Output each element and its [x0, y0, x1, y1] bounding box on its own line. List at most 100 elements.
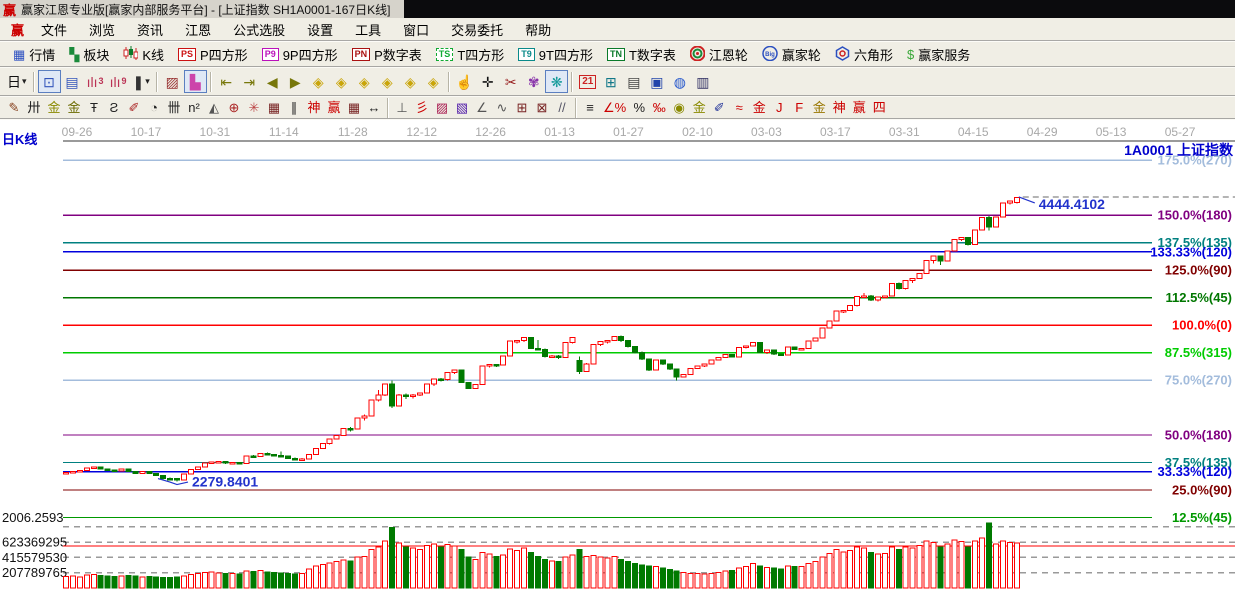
gann-wheel-button[interactable]: 江恩轮: [683, 44, 755, 65]
prev-bar-button[interactable]: ◀: [261, 70, 284, 93]
n-square-tool[interactable]: n²: [184, 98, 204, 117]
circle-cross-tool[interactable]: ⊕: [224, 98, 244, 117]
four-angle-tool[interactable]: 四: [869, 98, 889, 117]
page-setup-button[interactable]: ▨: [161, 70, 184, 93]
j-angle-tool[interactable]: J: [769, 98, 789, 117]
kline-button[interactable]: K线: [116, 44, 171, 65]
p-square-button[interactable]: PSP四方形: [171, 44, 255, 65]
remote-pc-button[interactable]: ▥: [691, 70, 714, 93]
grid-b-tool[interactable]: ⊠: [532, 98, 552, 117]
candle-body: [917, 273, 922, 278]
t-square-button[interactable]: TST四方形: [429, 44, 511, 65]
zoom-in-x-button[interactable]: ◈: [353, 70, 376, 93]
grid-ticks-tool[interactable]: 卅: [24, 98, 44, 117]
annotate-arrow-tool[interactable]: ✐: [709, 98, 729, 117]
winner-service-button[interactable]: $赢家服务: [900, 44, 977, 65]
span-measure-tool[interactable]: ↔: [364, 98, 384, 117]
shen-angle-tool[interactable]: 神: [829, 98, 849, 117]
gold-angle2-tool[interactable]: 金: [809, 98, 829, 117]
memo-button[interactable]: ▤: [622, 70, 645, 93]
next-bar-button[interactable]: ▶: [284, 70, 307, 93]
crosshair-button[interactable]: ✛: [476, 70, 499, 93]
drag-hand-button[interactable]: ☝: [453, 70, 476, 93]
9t-square-button[interactable]: T99T四方形: [511, 44, 600, 65]
golden-lines-tool[interactable]: 金: [689, 98, 709, 117]
grid-box-tool[interactable]: ▦: [264, 98, 284, 117]
last-bar-button[interactable]: ⇥: [238, 70, 261, 93]
network-button[interactable]: ◍: [668, 70, 691, 93]
parallel-lines-tool[interactable]: //: [552, 98, 572, 117]
wave-tool[interactable]: ∿: [492, 98, 512, 117]
trend-angle-tool[interactable]: ∠: [472, 98, 492, 117]
ying-angle-tool[interactable]: 赢: [849, 98, 869, 117]
menu-item-1[interactable]: 浏览: [78, 18, 126, 41]
permille-lines-tool[interactable]: ‰: [649, 98, 669, 117]
first-bar-button[interactable]: ⇤: [215, 70, 238, 93]
bars3-button[interactable]: ılı3: [84, 70, 107, 93]
zoom-chart-button[interactable]: ⊡: [38, 70, 61, 93]
menu-item-0[interactable]: 文件: [30, 18, 78, 41]
pan-left-button[interactable]: ◈: [307, 70, 330, 93]
calendar-21-button[interactable]: 21: [576, 70, 599, 93]
sectors-button[interactable]: ▚板块: [62, 44, 116, 65]
fit-all-button[interactable]: ◈: [422, 70, 445, 93]
winner-wheel-button[interactable]: Big赢家轮: [755, 44, 828, 65]
pencil-tool[interactable]: ✎: [4, 98, 24, 117]
quotes-button[interactable]: ▦行情: [6, 44, 62, 65]
menu-item-5[interactable]: 设置: [296, 18, 344, 41]
9p-square-button[interactable]: P99P四方形: [255, 44, 345, 65]
volume-bar: [875, 554, 880, 588]
smart-select-button[interactable]: ❋: [545, 70, 568, 93]
ying-tool[interactable]: 赢: [324, 98, 344, 117]
measure-button[interactable]: ✂: [499, 70, 522, 93]
gold-section-tool[interactable]: 金: [44, 98, 64, 117]
vertical-anchor-tool[interactable]: ⊥: [392, 98, 412, 117]
candle-body: [195, 467, 200, 469]
ruler-tool[interactable]: 卌: [164, 98, 184, 117]
gann-fan-tool[interactable]: 彡: [412, 98, 432, 117]
p-number-table-button[interactable]: PNP数字表: [345, 44, 429, 65]
golden-circle-tool[interactable]: ◉: [669, 98, 689, 117]
period-day-dropdown[interactable]: 日▾: [4, 70, 30, 93]
price-ladder-tool[interactable]: ≡: [580, 98, 600, 117]
menu-item-7[interactable]: 窗口: [392, 18, 440, 41]
percent-fan-tool[interactable]: ∠%: [600, 98, 629, 117]
mirror-tool[interactable]: ◭: [204, 98, 224, 117]
f10-info-button[interactable]: ▤: [61, 70, 84, 93]
pan-right-button[interactable]: ◈: [330, 70, 353, 93]
volume-bar: [903, 547, 908, 588]
menu-item-2[interactable]: 资讯: [126, 18, 174, 41]
pair-lines-tool[interactable]: ∥: [284, 98, 304, 117]
menu-item-9[interactable]: 帮助: [514, 18, 562, 41]
calculator-button[interactable]: ⊞: [599, 70, 622, 93]
menu-item-6[interactable]: 工具: [344, 18, 392, 41]
starburst-tool[interactable]: ✳: [244, 98, 264, 117]
expand-button[interactable]: ◈: [399, 70, 422, 93]
shen-tool[interactable]: 神: [304, 98, 324, 117]
grid-a-tool[interactable]: ⊞: [512, 98, 532, 117]
candle-style-dropdown[interactable]: ❚▾: [130, 70, 153, 93]
hexagon-button[interactable]: 六角形: [828, 44, 900, 65]
fib-tool[interactable]: Ŧ: [84, 98, 104, 117]
menu-item-8[interactable]: 交易委托: [440, 18, 514, 41]
menu-item-4[interactable]: 公式选股: [222, 18, 296, 41]
time-cycle-tool[interactable]: ◔: [144, 98, 164, 117]
f-angle-tool[interactable]: F: [789, 98, 809, 117]
grid-123-tool[interactable]: ▦: [344, 98, 364, 117]
t-number-table-button[interactable]: TNT数字表: [600, 44, 683, 65]
channel-tool[interactable]: ≈: [729, 98, 749, 117]
chart-canvas[interactable]: 09-2610-1710-3111-1411-2812-1212-2601-13…: [0, 122, 1235, 590]
spiral-tool[interactable]: Ƨ: [104, 98, 124, 117]
gann-shape-button[interactable]: ✾: [522, 70, 545, 93]
gold-box-tool[interactable]: 金: [64, 98, 84, 117]
zoom-out-x-button[interactable]: ◈: [376, 70, 399, 93]
percent-tool[interactable]: %: [629, 98, 649, 117]
color-bars-button[interactable]: ▙: [184, 70, 207, 93]
box-fan2-tool[interactable]: ▧: [452, 98, 472, 117]
brush-tool[interactable]: ✐: [124, 98, 144, 117]
menu-item-3[interactable]: 江恩: [174, 18, 222, 41]
bars9-button[interactable]: ılı9: [107, 70, 130, 93]
box-fan-tool[interactable]: ▨: [432, 98, 452, 117]
save-button[interactable]: ▣: [645, 70, 668, 93]
gold-angle-tool[interactable]: 金: [749, 98, 769, 117]
